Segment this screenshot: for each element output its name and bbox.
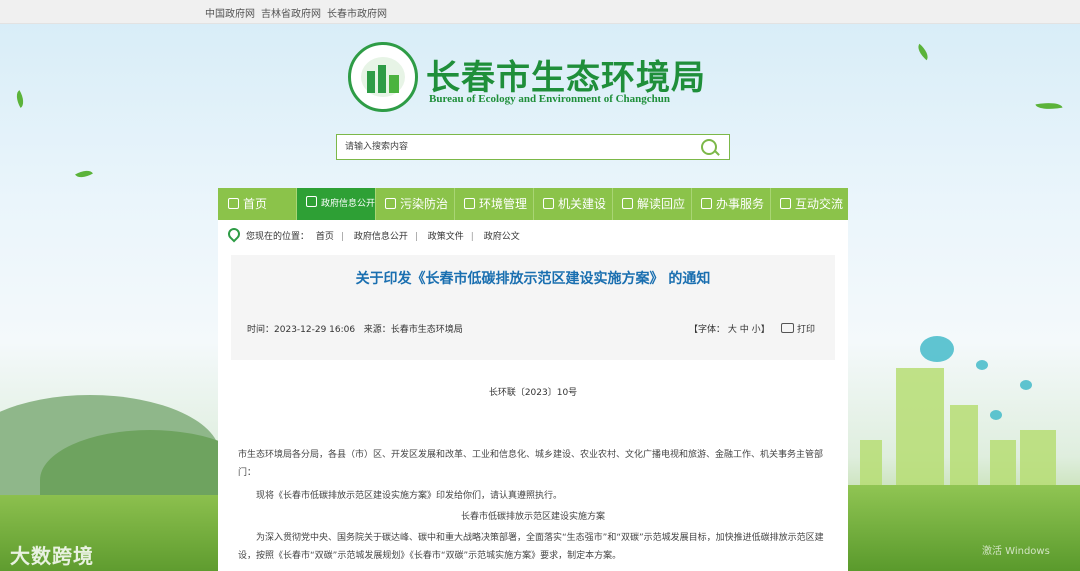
breadcrumb-gov-info[interactable]: 政府信息公开 xyxy=(354,232,408,242)
watermark-logo: 大数跨境 xyxy=(10,544,94,568)
article-paragraph: 为深入贯彻党中央、国务院关于碳达峰、碳中和重大战略决策部署，全面落实“生态强市”… xyxy=(238,533,824,561)
bureau-emblem-icon[interactable] xyxy=(348,42,418,112)
site-title-english: Bureau of Ecology and Environment of Cha… xyxy=(429,93,671,105)
butterfly-icon xyxy=(920,336,954,362)
site-title[interactable]: 长春市生态环境局 xyxy=(426,50,706,99)
breadcrumb-policy-docs[interactable]: 政策文件 xyxy=(428,232,464,242)
article-meta: 时间：2023-12-29 16:06 来源：长春市生态环境局 xyxy=(247,325,463,335)
nav-home[interactable]: 首页 xyxy=(218,188,297,220)
search-icon[interactable] xyxy=(701,139,717,155)
search-box xyxy=(336,134,730,160)
article-panel: 您现在的位置： 首页 | 政府信息公开 | 政策文件 | 政府公文 关于印发《长春市低… xyxy=(218,220,848,571)
background-grass xyxy=(848,485,1080,571)
home-icon xyxy=(228,198,239,209)
os-activation-watermark: 激活 Windows xyxy=(982,546,1050,557)
leaf-icon xyxy=(464,198,475,209)
breadcrumb-home[interactable]: 首页 xyxy=(316,232,334,242)
main-nav: 首页 政府信息公开 污染防治 环境管理 机关建设 解读回应 办事服务 互动交流 xyxy=(218,188,848,220)
background-building xyxy=(896,368,944,493)
printer-icon xyxy=(781,323,794,333)
nav-pollution[interactable]: 污染防治 xyxy=(376,188,455,220)
font-large-button[interactable]: 大 xyxy=(728,325,737,335)
publish-time: 2023-12-29 16:06 xyxy=(274,325,356,335)
butterfly-icon xyxy=(1020,380,1032,390)
link-changchun-gov[interactable]: 长春市政府网 xyxy=(327,5,387,20)
article-source: 长春市生态环境局 xyxy=(390,325,463,335)
bird-icon xyxy=(1035,99,1063,113)
font-small-button[interactable]: 小 xyxy=(752,325,761,335)
top-links-bar: 中国政府网 吉林省政府网 长春市政府网 xyxy=(0,0,1080,24)
breadcrumb: 您现在的位置： 首页 | 政府信息公开 | 政策文件 | 政府公文 xyxy=(225,225,524,243)
leaf-icon xyxy=(12,90,28,108)
search-input[interactable] xyxy=(345,140,685,154)
nav-organization[interactable]: 机关建设 xyxy=(534,188,613,220)
font-size-control: 【字体： 大 中 小】 xyxy=(689,325,770,335)
butterfly-icon xyxy=(990,410,1002,420)
nav-interpretation[interactable]: 解读回应 xyxy=(613,188,692,220)
doc-icon xyxy=(701,198,712,209)
chat-icon xyxy=(622,198,633,209)
link-jilin-gov[interactable]: 吉林省政府网 xyxy=(261,5,321,20)
breadcrumb-gov-docs[interactable]: 政府公文 xyxy=(484,232,520,242)
document-number: 长环联〔2023〕10号 xyxy=(488,388,578,398)
background-building xyxy=(950,405,978,495)
article-paragraph: 现将《长春市低碳排放示范区建设实施方案》印发给你们，请认真遵照执行。 xyxy=(256,491,563,501)
location-pin-icon xyxy=(225,225,243,243)
print-button[interactable]: 打印 xyxy=(781,322,815,335)
font-medium-button[interactable]: 中 xyxy=(740,325,749,335)
building-icon xyxy=(543,198,554,209)
nav-services[interactable]: 办事服务 xyxy=(692,188,771,220)
nav-environment[interactable]: 环境管理 xyxy=(455,188,534,220)
link-gov-cn[interactable]: 中国政府网 xyxy=(205,5,255,20)
nav-interaction[interactable]: 互动交流 xyxy=(771,188,848,220)
article-title: 关于印发《长春市低碳排放示范区建设实施方案》 的通知 xyxy=(355,271,711,287)
nav-gov-info[interactable]: 政府信息公开 xyxy=(297,188,376,220)
article-paragraph: 市生态环境局各分局，各县（市）区、开发区发展和改革、工业和信息化、城乡建设、农业… xyxy=(238,450,824,478)
interact-icon xyxy=(780,198,791,209)
leaf-icon xyxy=(75,166,93,182)
drop-icon xyxy=(385,198,396,209)
info-icon xyxy=(306,196,317,207)
article-subtitle: 长春市低碳排放示范区建设实施方案 xyxy=(460,512,605,522)
leaf-icon xyxy=(914,43,932,61)
article-header: 关于印发《长春市低碳排放示范区建设实施方案》 的通知 时间：2023-12-29… xyxy=(231,255,835,360)
butterfly-icon xyxy=(976,360,988,370)
